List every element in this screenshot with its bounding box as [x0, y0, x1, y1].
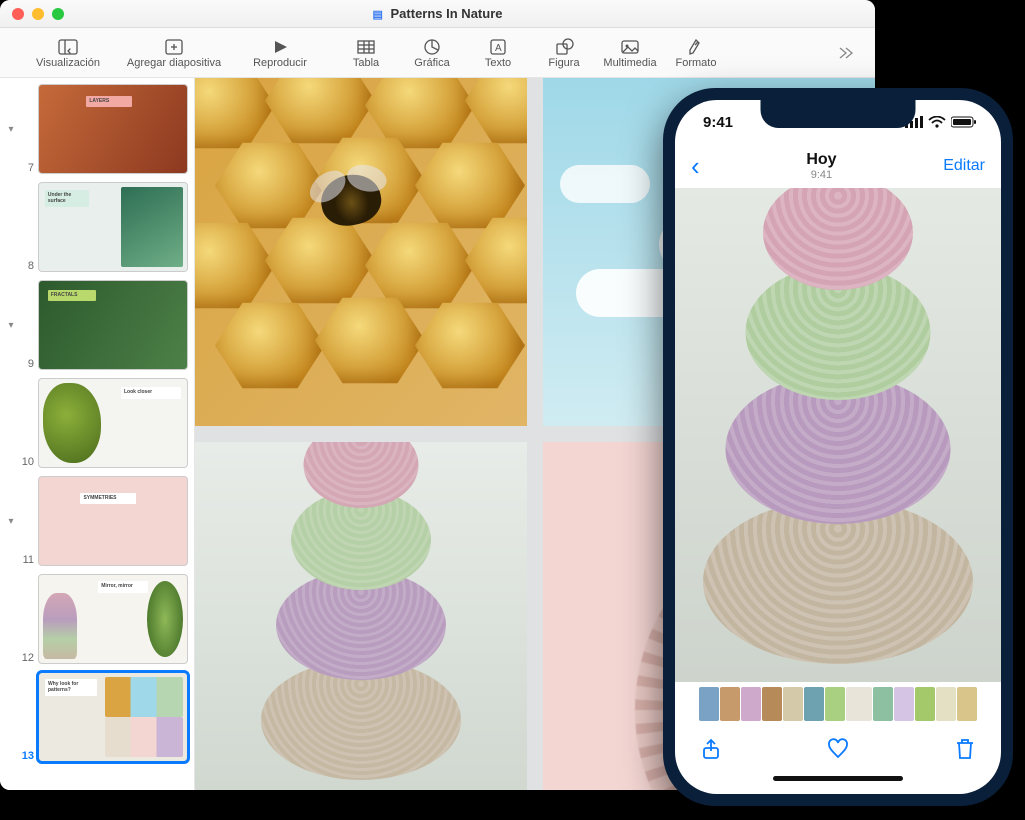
slide-title: Under the surface [48, 192, 71, 204]
disclosure-chevron-icon[interactable]: ▾ [4, 320, 18, 331]
play-label: Reproducir [253, 57, 307, 69]
text-icon: A [487, 37, 509, 57]
grid-image-honeycomb[interactable] [195, 78, 527, 426]
favorite-button[interactable] [826, 737, 850, 766]
filmstrip-thumb[interactable] [894, 687, 914, 721]
chart-button[interactable]: Gráfica [402, 37, 462, 69]
play-button[interactable]: Reproducir [230, 37, 330, 69]
format-icon [685, 37, 707, 57]
filmstrip-thumb[interactable] [957, 687, 977, 721]
filmstrip-thumb[interactable] [825, 687, 845, 721]
media-label: Multimedia [603, 57, 656, 69]
back-button[interactable]: ‹ [691, 151, 700, 182]
iphone-screen: 9:41 ‹ Hoy 9:41 Editar [675, 100, 1001, 794]
table-label: Tabla [353, 57, 379, 69]
slide-number: 7 [18, 162, 34, 174]
svg-text:A: A [495, 43, 502, 54]
photo-filmstrip[interactable] [675, 682, 1001, 726]
slide-title: Mirror, mirror [101, 583, 133, 589]
shape-label: Figura [548, 57, 579, 69]
slide-thumbnail-13[interactable]: 13 Why look for patterns? [4, 672, 188, 762]
add-slide-button[interactable]: Agregar diapositiva [124, 37, 224, 69]
photos-nav-bar: ‹ Hoy 9:41 Editar [675, 144, 1001, 188]
slide-thumbnail-7[interactable]: ▾ 7 LAYERS [4, 84, 188, 174]
photo-viewer[interactable] [675, 188, 1001, 682]
disclosure-chevron-icon[interactable]: ▾ [4, 124, 18, 135]
format-button[interactable]: Formato [666, 37, 726, 69]
slide-thumbnail-10[interactable]: 10 Look closer [4, 378, 188, 468]
slide-title: Look closer [124, 389, 152, 395]
slide-thumbnail-12[interactable]: 12 Mirror, mirror [4, 574, 188, 664]
slide-navigator[interactable]: ▾ 7 LAYERS 8 Under the surface [0, 78, 195, 790]
view-button[interactable]: Visualización [18, 37, 118, 69]
photos-title: Hoy 9:41 [806, 151, 836, 181]
filmstrip-thumb[interactable] [804, 687, 824, 721]
media-button[interactable]: Multimedia [600, 37, 660, 69]
chart-label: Gráfica [414, 57, 449, 69]
filmstrip-thumb[interactable] [762, 687, 782, 721]
text-label: Texto [485, 57, 511, 69]
photos-subtitle-text: 9:41 [806, 169, 836, 181]
slide-number: 10 [18, 456, 34, 468]
trash-icon [953, 737, 977, 761]
slide-title: Why look for patterns? [48, 681, 78, 693]
shape-button[interactable]: Figura [534, 37, 594, 69]
filmstrip-thumb[interactable] [873, 687, 893, 721]
window-title: ▤ Patterns In Nature [0, 6, 875, 21]
home-indicator[interactable] [675, 776, 1001, 794]
filmstrip-thumb[interactable] [783, 687, 803, 721]
status-clock: 9:41 [703, 114, 733, 131]
text-button[interactable]: A Texto [468, 37, 528, 69]
plus-icon [163, 37, 185, 57]
iphone-device: 9:41 ‹ Hoy 9:41 Editar [663, 88, 1013, 806]
battery-icon [951, 116, 977, 128]
wifi-icon [928, 116, 946, 128]
slide-title: LAYERS [89, 98, 109, 104]
share-icon [699, 737, 723, 761]
slide-title: SYMMETRIES [83, 495, 116, 501]
filmstrip-thumb[interactable] [846, 687, 872, 721]
filmstrip-thumb[interactable] [936, 687, 956, 721]
slide-thumbnail-11[interactable]: ▾ 11 SYMMETRIES [4, 476, 188, 566]
toolbar: Visualización Agregar diapositiva Reprod… [0, 28, 875, 78]
view-icon [57, 37, 79, 57]
format-label: Formato [676, 57, 717, 69]
filmstrip-thumb[interactable] [741, 687, 761, 721]
window-title-text: Patterns In Nature [391, 6, 503, 21]
notch [761, 100, 916, 128]
chevron-right-double-icon [835, 43, 857, 63]
heart-icon [826, 737, 850, 761]
delete-button[interactable] [953, 737, 977, 766]
slide-number: 12 [18, 652, 34, 664]
slide-thumbnail-9[interactable]: ▾ 9 FRACTALS [4, 280, 188, 370]
share-button[interactable] [699, 737, 723, 766]
play-icon [269, 37, 291, 57]
slide-number: 11 [18, 554, 34, 566]
table-icon [355, 37, 377, 57]
photos-toolbar [675, 726, 1001, 776]
edit-button[interactable]: Editar [943, 157, 985, 175]
slide-number: 9 [18, 358, 34, 370]
add-slide-label: Agregar diapositiva [127, 57, 221, 69]
document-icon: ▤ [372, 9, 382, 21]
slide-number: 13 [18, 750, 34, 762]
view-label: Visualización [36, 57, 100, 69]
slide-number: 8 [18, 260, 34, 272]
title-bar: ▤ Patterns In Nature [0, 0, 875, 28]
filmstrip-thumb[interactable] [720, 687, 740, 721]
disclosure-chevron-icon[interactable]: ▾ [4, 516, 18, 527]
chart-icon [421, 37, 443, 57]
filmstrip-thumb[interactable] [699, 687, 719, 721]
shape-icon [553, 37, 575, 57]
media-icon [619, 37, 641, 57]
toolbar-overflow-button[interactable] [835, 43, 857, 63]
slide-title: FRACTALS [51, 292, 78, 298]
grid-image-urchins[interactable] [195, 442, 527, 790]
photos-title-text: Hoy [806, 151, 836, 169]
filmstrip-thumb[interactable] [915, 687, 935, 721]
table-button[interactable]: Tabla [336, 37, 396, 69]
slide-thumbnail-8[interactable]: 8 Under the surface [4, 182, 188, 272]
